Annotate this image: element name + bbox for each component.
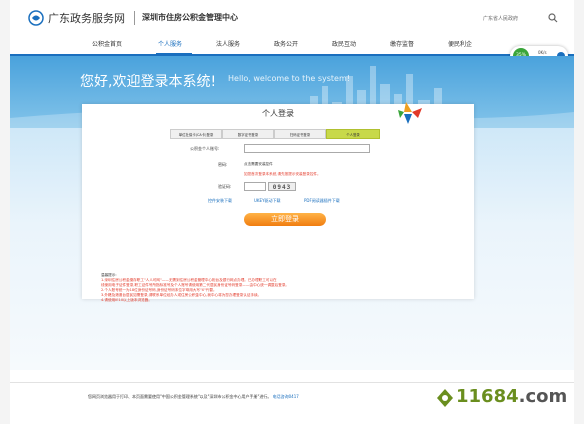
tab-ca-card[interactable]: 单位社保卡(CA卡)登录: [170, 129, 222, 139]
header-divider: [134, 11, 135, 25]
main-area: 个人登录 单位社保卡(CA卡)登录 数字证书登录 扫码证书登录 个人登录 公积金…: [10, 102, 574, 370]
nav-item-corporate[interactable]: 法人服务: [216, 39, 240, 51]
nav-item-home[interactable]: 公积金首页: [92, 39, 122, 51]
ukey-driver-download-link[interactable]: UKEY驱动下载: [254, 198, 281, 204]
captcha-image[interactable]: 0943: [268, 182, 296, 191]
status-upload: 0K/s: [538, 50, 547, 55]
first-login-hint: 如您首次登录本系统,请先按提示安装登录控件。: [244, 172, 321, 176]
control-download-link[interactable]: 控件安装下载: [208, 198, 232, 204]
guangdong-gov-logo-icon[interactable]: [28, 10, 44, 26]
watermark-logo-icon: [437, 389, 453, 407]
search-icon[interactable]: [548, 13, 558, 23]
control-install-hint[interactable]: 点击需要安装控件: [244, 162, 273, 167]
login-card: 个人登录 单位社保卡(CA卡)登录 数字证书登录 扫码证书登录 个人登录 公积金…: [82, 102, 474, 299]
tab-personal-login[interactable]: 个人登录: [326, 129, 380, 139]
site-name[interactable]: 广东政务服务网: [48, 10, 125, 26]
tab-digital-cert[interactable]: 数字证书登录: [222, 129, 274, 139]
account-label: 公积金个人账号:: [190, 146, 220, 151]
tips-section: 温馨提示: 1.深圳住房公积金缴存职工"人人可网"——无需到住房公积金管理中心柜…: [101, 273, 341, 303]
tip-item: 4.请使用IE10以上版本浏览器。: [101, 298, 152, 302]
watermark: 11684.com: [434, 385, 574, 411]
nav-item-interaction[interactable]: 政民互动: [332, 39, 356, 51]
page: 广东政务服务网 深圳市住房公积金管理中心 广东省人民政府 公积金首页 个人服务 …: [10, 0, 574, 424]
footer-phone-link[interactable]: 电话咨询0417: [273, 394, 299, 399]
center-subtitle: 深圳市住房公积金管理中心: [142, 13, 238, 22]
tab-scan-cert[interactable]: 扫码证书登录: [274, 129, 326, 139]
watermark-text: 11684.com: [456, 386, 568, 407]
password-label: 密码:: [218, 162, 228, 167]
decorative-petals-icon: [398, 102, 422, 124]
nav-item-personal[interactable]: 个人服务: [158, 39, 182, 51]
site-header: 广东政务服务网 深圳市住房公积金管理中心 广东省人民政府: [10, 0, 574, 36]
main-nav: 公积金首页 个人服务 法人服务 政务公开 政民互动 缴存监督 便民利企: [10, 36, 574, 56]
login-button[interactable]: 立即登录: [244, 213, 326, 226]
gov-link[interactable]: 广东省人民政府: [483, 15, 518, 22]
nav-item-supervision[interactable]: 缴存监督: [390, 39, 414, 51]
captcha-input[interactable]: [244, 182, 266, 191]
pdf-reader-download-link[interactable]: PDF阅读器插件下载: [304, 198, 340, 204]
nav-item-public-affairs[interactable]: 政务公开: [274, 39, 298, 51]
account-input[interactable]: [244, 144, 370, 153]
nav-item-convenience[interactable]: 便民利企: [448, 39, 472, 51]
captcha-label: 验证码:: [218, 184, 232, 189]
footer-notice: 您网页浏览器用于打印、本页面需要使用"中国公积金管理系统"以及"深圳市公积金中心…: [88, 394, 299, 399]
login-tabs: 单位社保卡(CA卡)登录 数字证书登录 扫码证书登录 个人登录: [170, 129, 380, 139]
nav-active-indicator: [156, 53, 192, 55]
